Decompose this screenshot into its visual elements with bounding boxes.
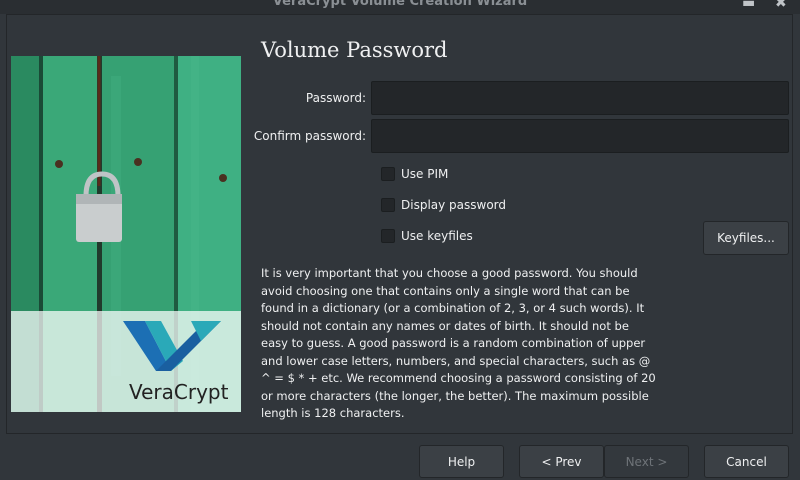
help-button[interactable]: Help (419, 445, 504, 478)
use-keyfiles-label: Use keyfiles (401, 229, 473, 243)
keyfiles-button[interactable]: Keyfiles... (703, 221, 789, 255)
next-button[interactable]: Next > (604, 445, 689, 478)
use-pim-label: Use PIM (401, 167, 449, 181)
display-password-checkbox[interactable]: Display password (381, 198, 506, 212)
cancel-button[interactable]: Cancel (704, 445, 789, 478)
password-input[interactable] (371, 81, 789, 115)
use-pim-checkbox[interactable]: Use PIM (381, 167, 448, 181)
title-bar: VeraCrypt Volume Creation Wizard ▬ ✖ (0, 0, 800, 14)
veracrypt-logo-text: VeraCrypt (129, 380, 229, 404)
password-label: Password: (305, 91, 366, 105)
window-title: VeraCrypt Volume Creation Wizard (272, 0, 528, 9)
side-illustration (11, 56, 241, 412)
side-image: VeraCrypt (11, 56, 241, 412)
display-password-checkbox-box[interactable] (381, 198, 395, 212)
confirm-password-label: Confirm password: (253, 129, 366, 143)
prev-button[interactable]: < Prev (519, 445, 604, 478)
use-keyfiles-checkbox[interactable]: Use keyfiles (381, 229, 473, 243)
close-icon[interactable]: ✖ (775, 0, 787, 11)
use-pim-checkbox-box[interactable] (381, 167, 395, 181)
page-title: Volume Password (261, 38, 448, 62)
minimize-icon[interactable]: ▬ (742, 0, 755, 11)
confirm-password-input[interactable] (371, 119, 789, 153)
password-guidance-text: It is very important that you choose a g… (261, 266, 656, 420)
use-keyfiles-checkbox-box[interactable] (381, 229, 395, 243)
display-password-label: Display password (401, 198, 507, 212)
